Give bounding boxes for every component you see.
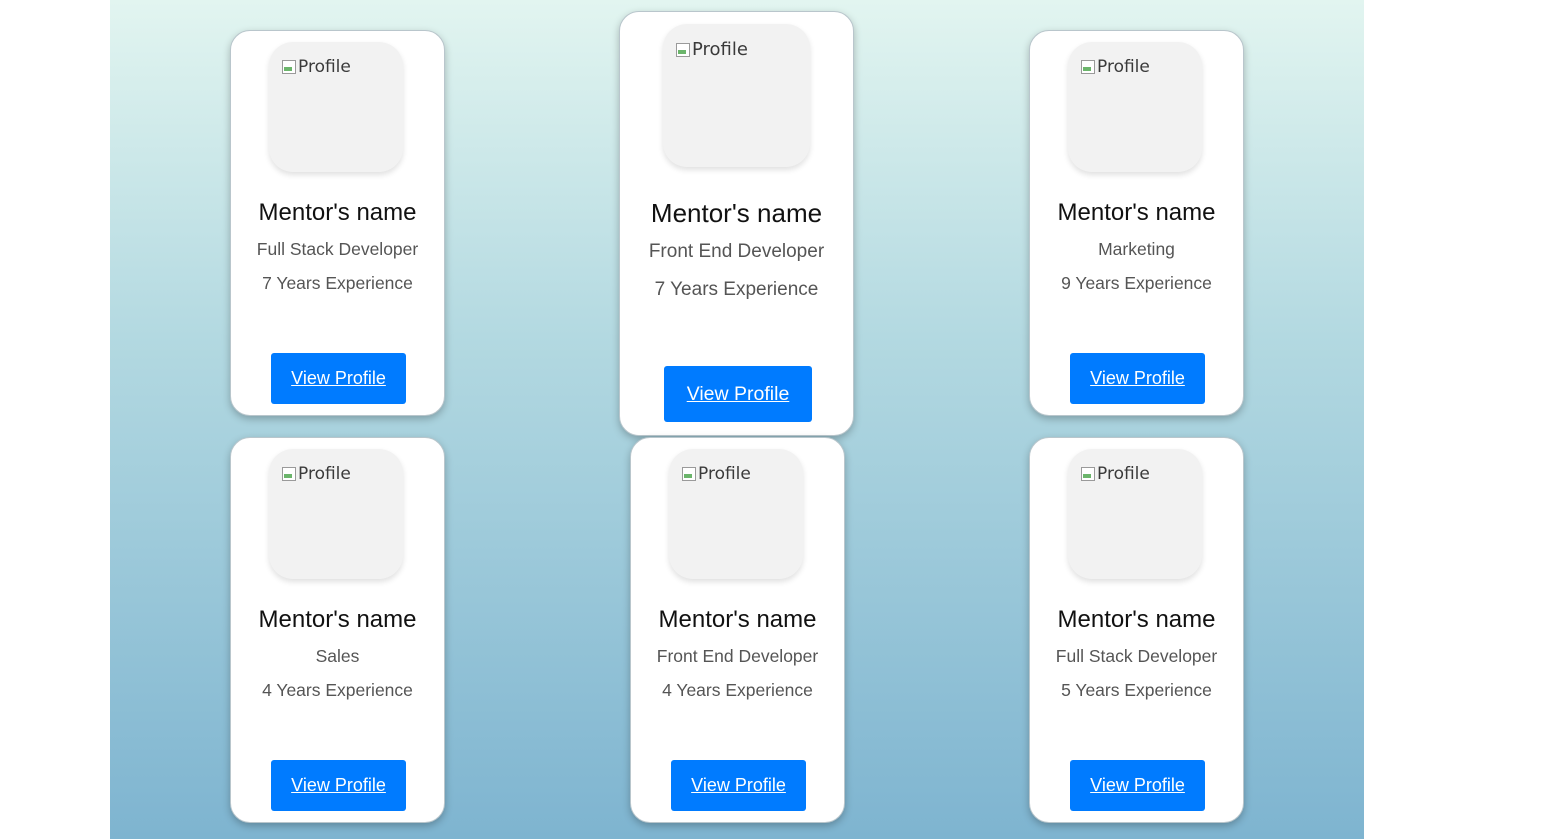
mentor-card: Profile Mentor's name Full Stack Develop… bbox=[1029, 437, 1244, 823]
view-profile-button[interactable]: View Profile bbox=[271, 353, 406, 404]
mentor-role: Sales bbox=[315, 646, 360, 666]
mentor-name: Mentor's name bbox=[1057, 606, 1216, 633]
mentor-card: Profile Mentor's name Full Stack Develop… bbox=[230, 30, 445, 416]
mentor-experience: 4 Years Experience bbox=[262, 680, 413, 700]
profile-image: Profile bbox=[1068, 42, 1202, 172]
profile-image-alt: Profile bbox=[298, 464, 351, 484]
broken-image-icon bbox=[1080, 59, 1096, 75]
mentor-name: Mentor's name bbox=[650, 198, 823, 228]
broken-image-icon bbox=[675, 42, 691, 58]
view-profile-button[interactable]: View Profile bbox=[664, 366, 812, 422]
mentor-experience: 9 Years Experience bbox=[1061, 273, 1212, 293]
mentor-role: Front End Developer bbox=[648, 241, 825, 262]
view-profile-button[interactable]: View Profile bbox=[1070, 353, 1205, 404]
mentor-card: Profile Mentor's name Marketing 9 Years … bbox=[1029, 30, 1244, 416]
profile-image: Profile bbox=[1068, 449, 1202, 579]
broken-image-icon bbox=[1080, 466, 1096, 482]
profile-image: Profile bbox=[663, 24, 810, 167]
mentor-card: Profile Mentor's name Front End Develope… bbox=[630, 437, 845, 823]
view-profile-button[interactable]: View Profile bbox=[1070, 760, 1205, 811]
mentor-experience: 5 Years Experience bbox=[1061, 680, 1212, 700]
profile-image: Profile bbox=[669, 449, 803, 579]
mentors-section: Profile Mentor's name Full Stack Develop… bbox=[110, 0, 1364, 839]
mentor-card: Profile Mentor's name Front End Develope… bbox=[619, 11, 854, 436]
view-profile-button[interactable]: View Profile bbox=[671, 760, 806, 811]
mentor-experience: 7 Years Experience bbox=[262, 273, 413, 293]
profile-image: Profile bbox=[269, 449, 403, 579]
mentor-name: Mentor's name bbox=[258, 199, 417, 226]
profile-image-alt: Profile bbox=[698, 464, 751, 484]
view-profile-button[interactable]: View Profile bbox=[271, 760, 406, 811]
mentor-role: Full Stack Developer bbox=[256, 239, 419, 259]
mentor-name: Mentor's name bbox=[1057, 199, 1216, 226]
mentor-experience: 7 Years Experience bbox=[654, 279, 819, 300]
mentor-role: Marketing bbox=[1098, 239, 1175, 259]
profile-image-alt: Profile bbox=[298, 57, 351, 77]
mentor-role: Front End Developer bbox=[656, 646, 819, 666]
profile-image-alt: Profile bbox=[1097, 57, 1150, 77]
profile-image: Profile bbox=[269, 42, 403, 172]
broken-image-icon bbox=[281, 466, 297, 482]
profile-image-alt: Profile bbox=[692, 39, 748, 60]
broken-image-icon bbox=[281, 59, 297, 75]
mentor-name: Mentor's name bbox=[658, 606, 817, 633]
mentor-name: Mentor's name bbox=[258, 606, 417, 633]
broken-image-icon bbox=[681, 466, 697, 482]
mentor-card: Profile Mentor's name Sales 4 Years Expe… bbox=[230, 437, 445, 823]
profile-image-alt: Profile bbox=[1097, 464, 1150, 484]
mentor-role: Full Stack Developer bbox=[1055, 646, 1218, 666]
mentor-experience: 4 Years Experience bbox=[662, 680, 813, 700]
